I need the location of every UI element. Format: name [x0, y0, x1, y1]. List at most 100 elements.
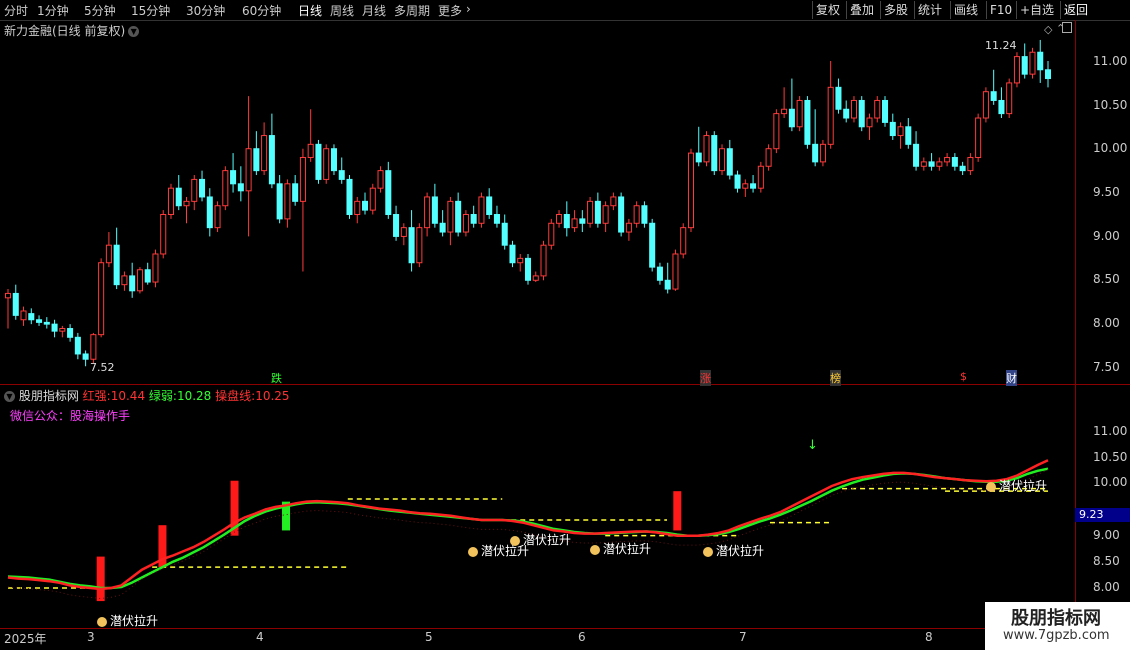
candle-body [393, 214, 400, 237]
candle-body [315, 143, 322, 180]
candle-body [579, 218, 586, 224]
candle-body [548, 222, 555, 246]
candle-body [610, 196, 617, 207]
candle-body [377, 170, 384, 189]
candle-body [734, 174, 741, 189]
candle-body [12, 292, 19, 316]
event-marker-drop[interactable]: 跌 [271, 370, 282, 386]
candle-body [975, 117, 982, 158]
candle-body [284, 183, 291, 220]
candle-body [261, 135, 268, 172]
candle-body [447, 200, 454, 233]
indicator-red-label: 红强: [82, 389, 111, 403]
price-tick: 10.00 [1093, 141, 1128, 155]
indicator-subtitle: 微信公众：股海操作手 [10, 409, 131, 423]
x-tick: 7 [739, 630, 747, 644]
candle-body [245, 148, 252, 192]
candle-body [889, 121, 896, 137]
candle-body [680, 227, 687, 255]
x-tick: 3 [87, 630, 95, 644]
candle-body [28, 313, 35, 321]
candle-body [773, 113, 780, 150]
candle-body [905, 126, 912, 145]
candle-body [307, 143, 314, 158]
candle-body [750, 183, 757, 189]
indicator-line-label: 操盘线: [215, 389, 256, 403]
candle-body [268, 135, 275, 185]
event-marker-rise[interactable]: 涨 [700, 370, 711, 386]
candle-body [649, 222, 656, 268]
event-marker-finance[interactable]: 财 [1006, 370, 1017, 386]
indicator-green-label: 绿弱: [148, 389, 177, 403]
candle-body [711, 135, 718, 172]
candle-body [59, 328, 66, 332]
candle-body [105, 244, 112, 264]
indicator-tick: 10.50 [1093, 450, 1128, 464]
watermark: 股朋指标网 www.7gpzb.com [985, 602, 1130, 650]
price-tick: 8.00 [1093, 316, 1120, 330]
candle-body [462, 214, 469, 233]
indicator-header[interactable]: ▼ 股朋指标网 红强:10.44 绿弱:10.28 操盘线:10.25 [4, 387, 290, 404]
candle-body [618, 196, 625, 233]
candle-body [424, 196, 431, 229]
candle-body [183, 200, 190, 207]
candle-body [695, 152, 702, 163]
candle-body [167, 187, 175, 215]
candle-body [687, 152, 695, 229]
hand-pointer-icon [590, 544, 600, 555]
candle-body [982, 91, 989, 119]
candle-body [408, 227, 415, 264]
candle-body [625, 222, 632, 233]
candle-body [633, 205, 640, 224]
candle-body [67, 328, 74, 338]
indicator-tick: 8.50 [1093, 554, 1120, 568]
indicator-red-value: 10.44 [110, 389, 146, 403]
candle-body [237, 183, 244, 192]
candle-body [431, 196, 438, 224]
candle-body [990, 91, 997, 101]
candle-body [532, 275, 539, 281]
indicator-name: 股朋指标网 [18, 389, 79, 403]
price-tick: 7.50 [1093, 360, 1120, 374]
low-price-label: 7.52 [90, 361, 115, 374]
candle-body [74, 336, 81, 355]
candle-body [951, 156, 958, 167]
event-marker-dollar[interactable]: $ [960, 370, 967, 383]
price-tick: 8.50 [1093, 272, 1120, 286]
candle-body [90, 334, 97, 360]
axis-separator [1075, 20, 1076, 650]
candle-body [20, 310, 27, 321]
signal-bar-red [96, 556, 105, 602]
candle-body [1029, 51, 1036, 75]
candle-body [827, 86, 834, 145]
candle-body [726, 148, 733, 176]
chevron-down-icon[interactable]: ▼ [4, 391, 15, 402]
candle-body [222, 170, 229, 207]
candle-body [959, 165, 966, 172]
signal-label: 潜伏拉升 [590, 540, 651, 557]
candle-body [206, 196, 213, 229]
candle-body [82, 353, 89, 360]
event-marker-ranking[interactable]: 榜 [830, 370, 841, 386]
indicator-line-value: 10.25 [255, 389, 290, 403]
x-tick: 6 [578, 630, 586, 644]
candle-body [703, 135, 710, 163]
candle-body [416, 227, 423, 264]
candle-body [338, 170, 345, 180]
candle-body [385, 170, 392, 215]
candle-body [944, 156, 951, 163]
candle-body [292, 183, 299, 202]
signal-label: 潜伏拉升 [510, 531, 571, 548]
candle-body [509, 244, 516, 264]
red-strong-line [7, 459, 1049, 591]
hand-pointer-icon [468, 546, 478, 557]
candle-body [928, 161, 935, 167]
candle-body [672, 253, 679, 290]
candle-body [470, 214, 477, 224]
price-tick: 10.50 [1093, 98, 1128, 112]
x-tick: 4 [256, 630, 264, 644]
candle-body [4, 292, 12, 299]
indicator-tick: 11.00 [1093, 424, 1128, 438]
candle-body [524, 257, 532, 281]
price-tick: 9.50 [1093, 185, 1120, 199]
